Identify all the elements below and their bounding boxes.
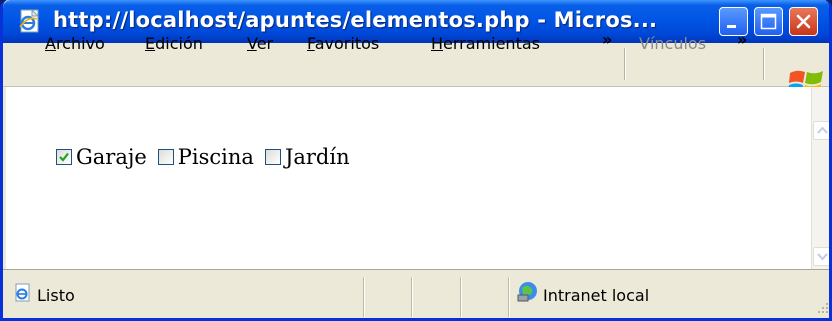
status-bar (3, 269, 829, 318)
menu-edicion[interactable]: Edición (145, 34, 203, 53)
vertical-scrollbar[interactable] (811, 87, 829, 269)
checkbox-label: Piscina (177, 145, 254, 169)
page-content: Garaje Piscina Jardín (6, 87, 811, 269)
window-title: http://localhost/apuntes/elementos.php -… (53, 8, 658, 32)
checkbox-jardin[interactable] (264, 149, 281, 165)
title-bar[interactable]: http://localhost/apuntes/elementos.php -… (3, 0, 829, 43)
maximize-button[interactable] (754, 7, 783, 36)
links-toolbar-label[interactable]: Vínculos (639, 34, 706, 53)
arrow-down-icon (817, 253, 828, 261)
close-button[interactable] (789, 7, 818, 36)
checkmark-icon (59, 152, 69, 162)
status-separator (411, 277, 413, 317)
resize-grip-icon[interactable] (815, 300, 829, 314)
browser-window: http://localhost/apuntes/elementos.php -… (0, 0, 832, 321)
menu-overflow-chevron[interactable]: » (602, 30, 612, 49)
status-text: Listo (37, 286, 75, 305)
ie-page-icon (19, 8, 40, 33)
intranet-zone-icon (517, 282, 537, 302)
status-separator (363, 277, 365, 317)
maximize-icon (760, 13, 777, 30)
menu-ver[interactable]: Ver (247, 34, 273, 53)
checkbox-label: Jardín (284, 145, 350, 169)
toolbar-separator (763, 48, 765, 80)
menu-archivo[interactable]: Archivo (45, 34, 105, 53)
security-zone-label: Intranet local (543, 286, 650, 305)
toolbar-separator (624, 48, 626, 80)
menu-bar (3, 43, 829, 87)
menu-favoritos[interactable]: Favoritos (307, 34, 379, 53)
links-overflow-chevron[interactable]: » (737, 30, 747, 49)
scroll-down-button[interactable] (813, 247, 829, 266)
checkbox-garaje[interactable] (56, 149, 72, 165)
scroll-up-button[interactable] (813, 121, 829, 140)
ie-page-icon (15, 283, 30, 302)
checkbox-label: Garaje (76, 145, 147, 169)
checkbox-group: Garaje Piscina Jardín (56, 145, 361, 169)
status-separator (508, 277, 510, 317)
status-separator (460, 277, 462, 317)
close-icon (796, 14, 811, 29)
checkbox-piscina[interactable] (157, 149, 174, 165)
menu-herramientas[interactable]: Herramientas (431, 34, 540, 53)
arrow-up-icon (817, 126, 828, 134)
